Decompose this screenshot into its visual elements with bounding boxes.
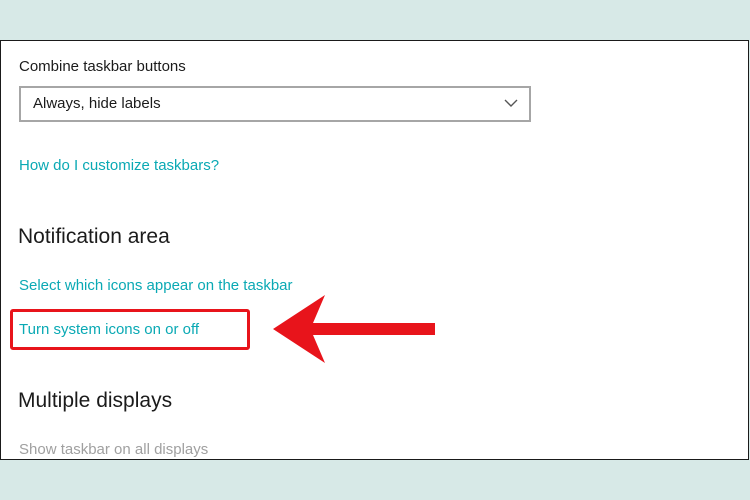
settings-window: Combine taskbar buttons Always, hide lab… <box>0 40 749 460</box>
chevron-down-icon <box>504 99 518 107</box>
multiple-displays-heading: Multiple displays <box>18 389 173 412</box>
select-icons-link[interactable]: Select which icons appear on the taskbar <box>19 277 293 294</box>
red-left-arrow-icon <box>273 295 435 363</box>
show-taskbar-all-displays-label: Show taskbar on all displays <box>19 441 209 458</box>
dropdown-selected-value: Always, hide labels <box>33 95 161 112</box>
combine-taskbar-buttons-dropdown[interactable]: Always, hide labels <box>19 86 531 122</box>
customize-taskbars-link[interactable]: How do I customize taskbars? <box>19 157 219 174</box>
notification-area-heading: Notification area <box>18 225 170 248</box>
combine-taskbar-buttons-label: Combine taskbar buttons <box>19 58 186 75</box>
annotation-highlight-box <box>10 309 250 350</box>
